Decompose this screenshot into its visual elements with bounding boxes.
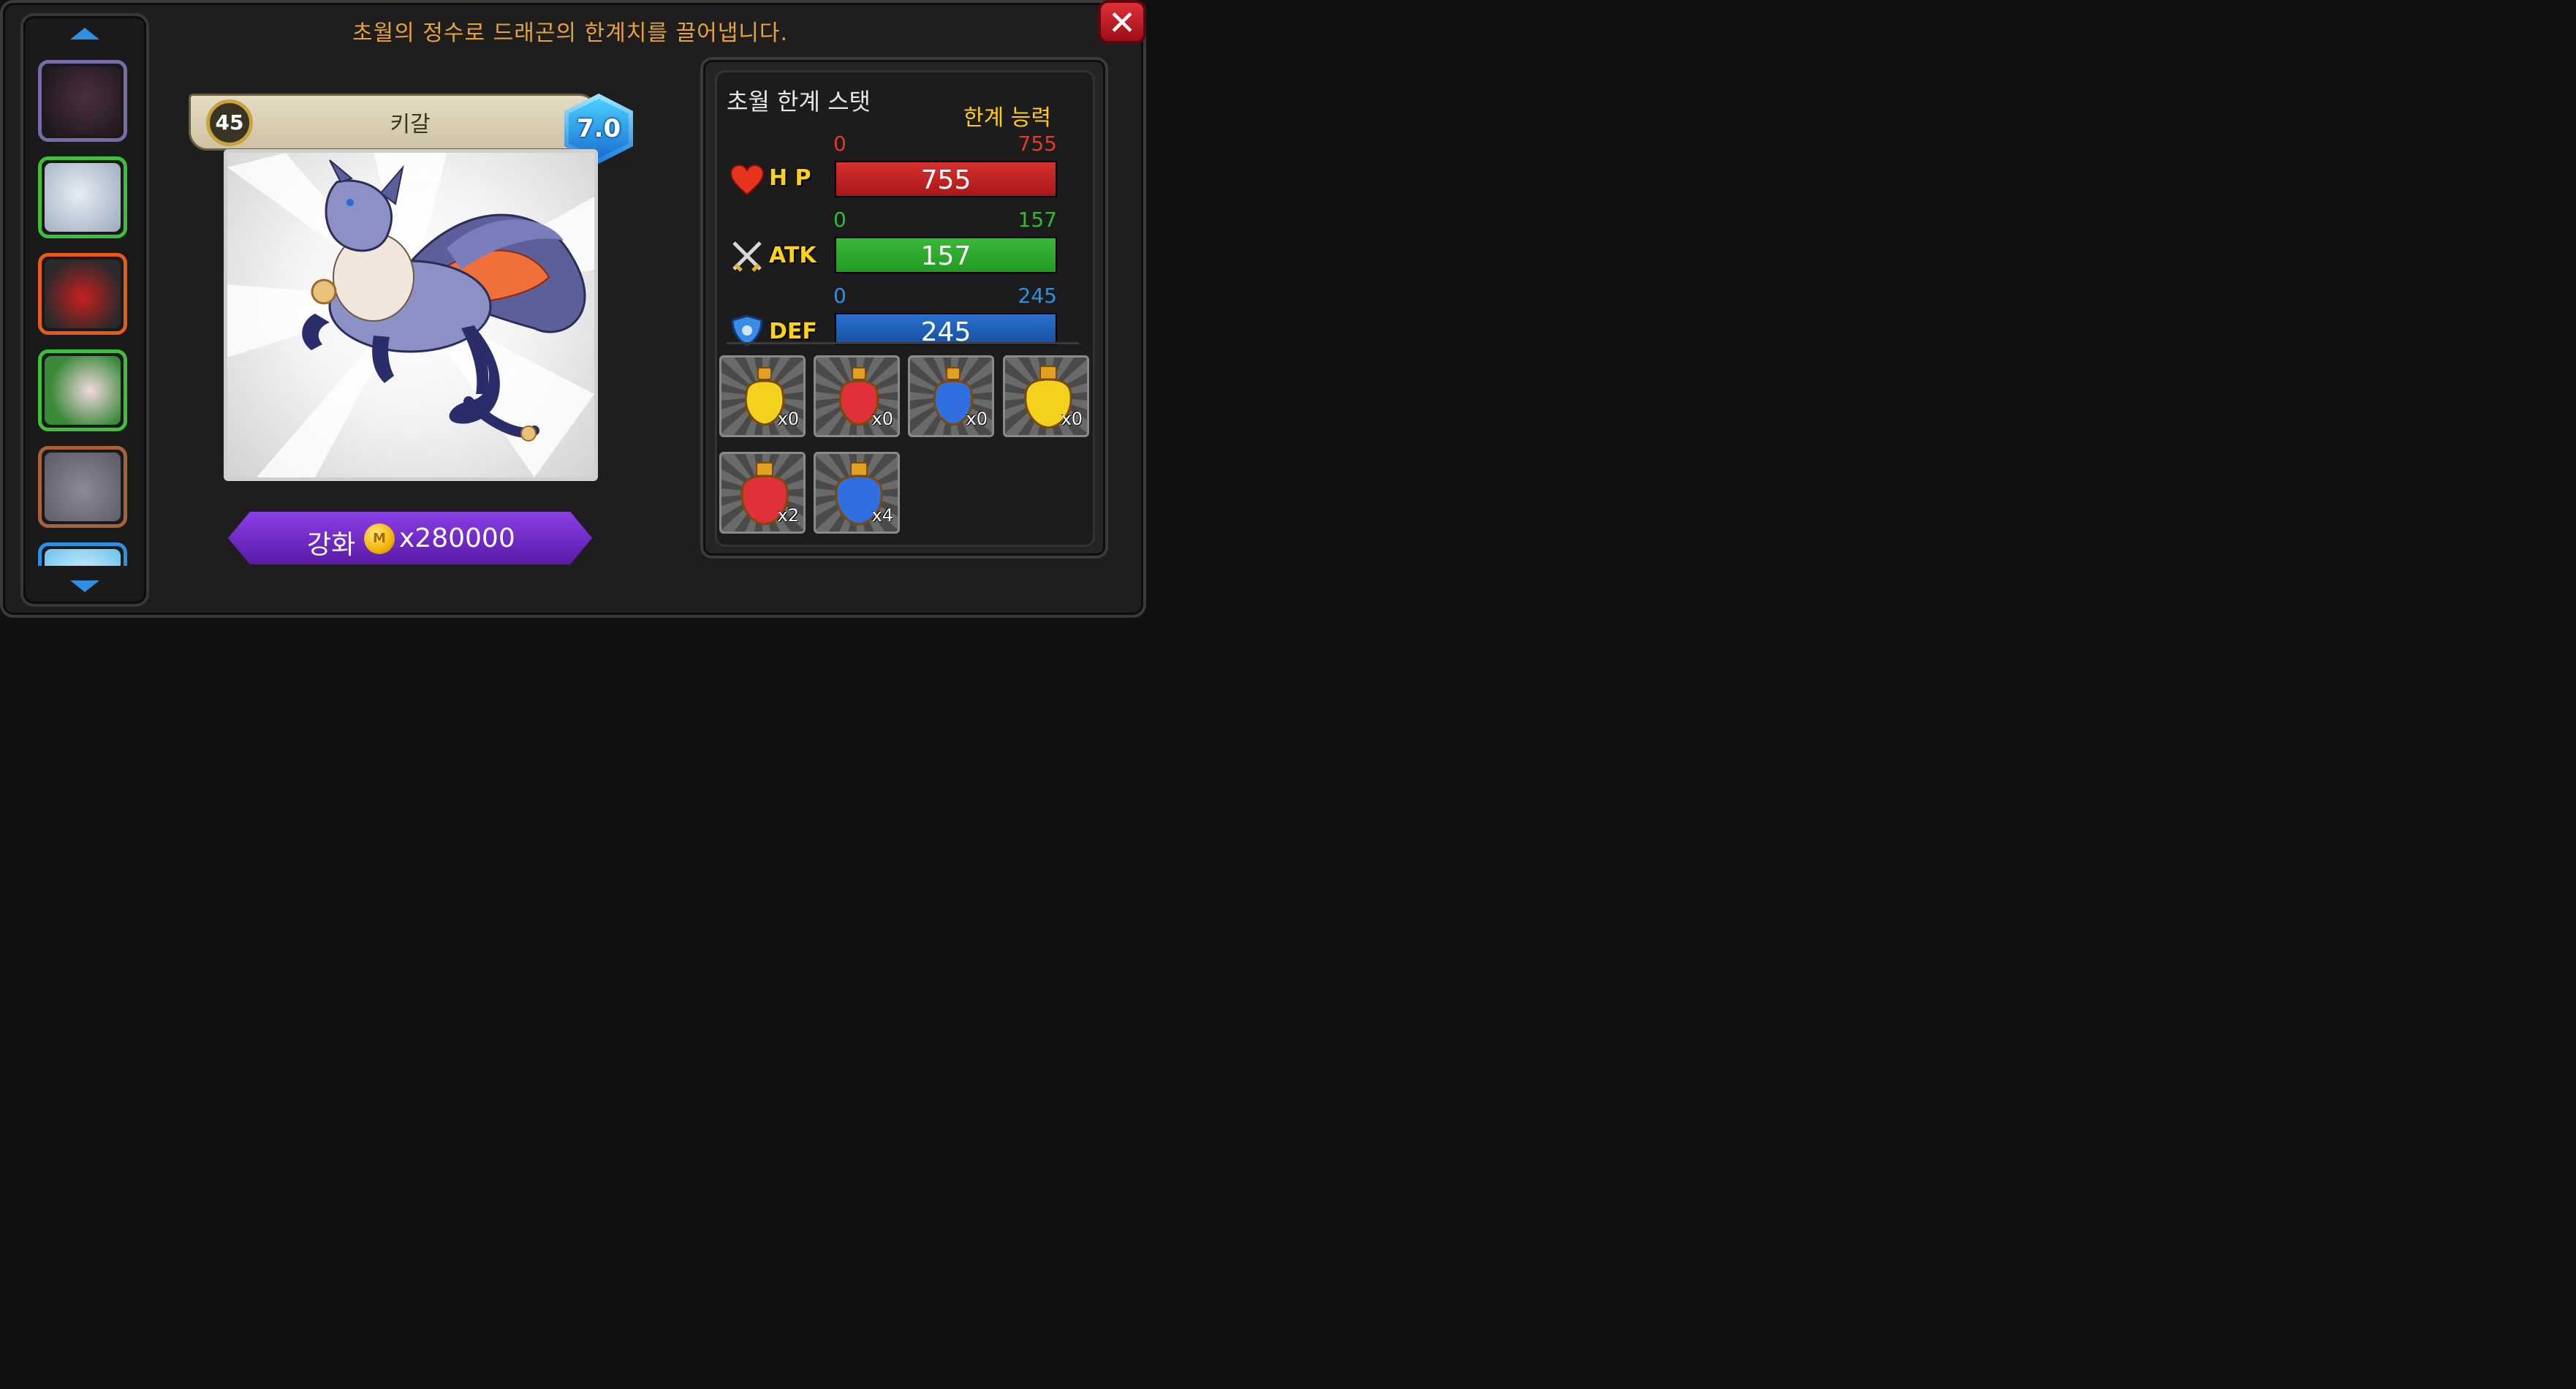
dragon-slot[interactable] <box>38 156 127 238</box>
def-bar: 245 <box>835 313 1057 347</box>
essence-slot[interactable]: x2 <box>719 452 806 534</box>
dragon-slot[interactable] <box>38 349 127 431</box>
essence-qty: x0 <box>966 409 988 429</box>
heart-icon <box>730 164 765 196</box>
atk-label: ATK <box>769 243 817 268</box>
def-range-max: 245 <box>1018 284 1057 308</box>
hp-value: 755 <box>920 165 971 195</box>
dragon-slot[interactable] <box>38 542 127 566</box>
essence-slot[interactable]: x0 <box>719 355 806 437</box>
atk-value: 157 <box>920 241 971 271</box>
essence-qty: x0 <box>1061 409 1083 429</box>
def-label: DEF <box>769 319 817 344</box>
dragon-illustration <box>227 153 594 477</box>
atk-range-min: 0 <box>833 208 846 232</box>
essence-qty: x2 <box>777 505 799 526</box>
enhance-cost: x280000 <box>399 523 515 553</box>
close-button[interactable]: ✕ <box>1098 0 1146 44</box>
dragon-slot[interactable] <box>38 446 127 528</box>
scroll-up-arrow-icon[interactable] <box>70 28 99 39</box>
dragon-list[interactable] <box>37 58 133 566</box>
hp-bar: 755 <box>835 161 1057 197</box>
atk-bar: 157 <box>835 237 1057 273</box>
dragon-name: 키갈 <box>390 112 431 137</box>
page-subtitle: 초월의 정수로 드래곤의 한계치를 끌어냅니다. <box>352 20 789 46</box>
atk-range-max: 157 <box>1018 208 1057 232</box>
stat-divider <box>727 342 1079 344</box>
scroll-down-arrow-icon[interactable] <box>70 580 99 592</box>
essence-slot[interactable]: x0 <box>814 355 900 437</box>
hp-range-max: 755 <box>1018 132 1057 156</box>
def-range-min: 0 <box>833 284 846 308</box>
enhance-label: 강화 <box>307 530 356 560</box>
dragon-slot[interactable] <box>38 253 127 335</box>
essence-slot[interactable]: x4 <box>814 452 900 534</box>
dragon-slot[interactable] <box>38 60 127 142</box>
essence-qty: x0 <box>777 409 799 429</box>
stat-panel-title: 초월 한계 스탯 <box>727 88 871 116</box>
essence-slot[interactable]: x0 <box>908 355 994 437</box>
essence-qty: x4 <box>871 505 893 526</box>
hp-label: H P <box>769 165 811 191</box>
close-icon: ✕ <box>1107 3 1137 42</box>
crossed-swords-icon <box>732 241 762 272</box>
limit-ability-label: 한계 능력 <box>963 105 1051 131</box>
essence-qty: x0 <box>871 409 893 429</box>
dragon-level-badge: 45 <box>206 99 253 146</box>
gold-coin-icon: M <box>364 523 395 554</box>
dragon-portrait <box>224 149 598 481</box>
essence-slot[interactable]: x0 <box>1003 355 1089 437</box>
dragon-list-panel <box>20 13 149 607</box>
hp-range-min: 0 <box>833 132 846 156</box>
